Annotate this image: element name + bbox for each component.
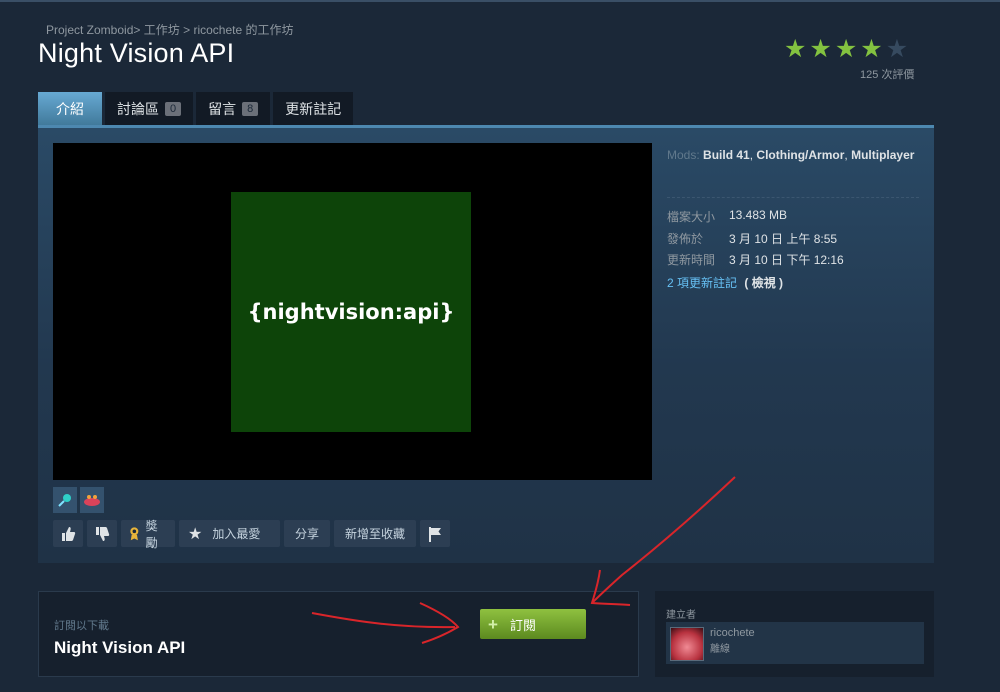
breadcrumb-game[interactable]: Project Zomboid <box>46 23 133 37</box>
tab-bar: 介紹 討論區 0 留言 8 更新註記 <box>38 92 354 125</box>
tag-separator: , <box>844 148 848 162</box>
award-label: 獎勵 <box>145 518 158 550</box>
tab-label: 介紹 <box>56 100 84 117</box>
report-button[interactable] <box>420 520 450 547</box>
subscribe-button-label: 訂閱 <box>509 617 536 633</box>
preview-image[interactable]: {nightvision:api} <box>53 143 652 480</box>
favorite-label: 加入最愛 <box>212 527 261 541</box>
tag-separator: , <box>749 148 754 162</box>
preview-logo-text: {nightvision:api} <box>247 300 455 324</box>
meta-divider <box>667 197 919 198</box>
updated-value: 3 月 10 日 下午 12:16 <box>729 253 844 267</box>
view-link[interactable]: ( 檢視 ) <box>744 276 783 290</box>
creator-label: 建立者 <box>666 610 696 621</box>
posted-row: 發佈於 3 月 10 日 上午 8:55 <box>667 230 837 247</box>
breadcrumb-sep: > <box>133 23 141 37</box>
tab-label: 討論區 <box>117 100 159 117</box>
count-badge: 0 <box>165 101 182 116</box>
star-icon: ★ <box>809 35 832 63</box>
creator-name[interactable]: ricochete <box>710 627 755 639</box>
breadcrumb: Project Zomboid> 工作坊 > ricochete 的工作坊 <box>46 21 293 38</box>
subscribe-button[interactable]: + 訂閱 <box>480 609 586 639</box>
tags-label: Mods: <box>667 148 700 162</box>
posted-value: 3 月 10 日 上午 8:55 <box>729 232 838 246</box>
count-badge: 8 <box>242 101 259 116</box>
tab-label: 留言 <box>208 100 237 117</box>
award-ribbon-icon <box>130 526 139 540</box>
breadcrumb-workshop[interactable]: 工作坊 <box>144 23 180 37</box>
preview-logo: {nightvision:api} <box>231 192 471 432</box>
subscribe-item-title: Night Vision API <box>54 638 186 657</box>
top-strip <box>0 0 1000 2</box>
tab-label: 更新註記 <box>285 100 342 117</box>
action-bar: 獎勵 ★ 加入最愛 分享 新增至收藏 <box>53 519 450 550</box>
tag-link[interactable]: Multiplayer <box>851 148 914 162</box>
creator-status: 離線 <box>710 644 730 655</box>
flag-icon <box>429 526 441 542</box>
share-button[interactable]: 分享 <box>284 520 330 547</box>
add-to-collection-button[interactable]: 新增至收藏 <box>334 520 416 547</box>
award-thumb[interactable] <box>53 487 77 513</box>
tag-link[interactable]: Build 41 <box>703 148 750 162</box>
page-title: Night Vision API <box>38 38 235 68</box>
award-button[interactable]: 獎勵 <box>121 519 175 550</box>
award-thumb[interactable] <box>80 487 104 513</box>
breadcrumb-author-workshop[interactable]: ricochete 的工作坊 <box>193 23 293 37</box>
breadcrumb-sep: > <box>183 23 191 37</box>
file-size-label: 檔案大小 <box>667 210 716 224</box>
star-icon: ★ <box>860 35 883 63</box>
creator-card[interactable] <box>666 622 924 664</box>
tab-discussions[interactable]: 討論區 0 <box>105 92 194 125</box>
change-notes-link[interactable]: 2 項更新註記 <box>667 276 737 290</box>
award-icons <box>53 487 104 513</box>
rating-count: 125 次評價 <box>860 69 915 81</box>
change-notes-link-row: 2 項更新註記 ( 檢視 ) <box>667 274 783 291</box>
subscribe-label: 訂閱以下載 <box>54 620 109 632</box>
star-icon: ★ <box>784 35 807 63</box>
tab-description[interactable]: 介紹 <box>38 92 102 125</box>
updated-label: 更新時間 <box>667 253 716 267</box>
star-icon: ★ <box>834 35 858 63</box>
share-label: 分享 <box>294 527 319 541</box>
file-size-value: 13.483 MB <box>729 208 788 222</box>
thumbs-down-icon <box>96 526 110 541</box>
tab-change-notes[interactable]: 更新註記 <box>273 92 354 125</box>
plus-icon: + <box>488 614 498 634</box>
updated-row: 更新時間 3 月 10 日 下午 12:16 <box>667 251 844 268</box>
add-collection-label: 新增至收藏 <box>344 527 405 541</box>
posted-label: 發佈於 <box>667 232 704 246</box>
star-empty-icon: ★ <box>885 35 909 63</box>
comet-icon <box>58 494 71 507</box>
rating-stars: ★ ★ ★ ★ ★ <box>784 36 908 63</box>
avatar[interactable] <box>670 627 704 661</box>
thumbs-up-icon <box>62 526 76 541</box>
favorite-button[interactable]: ★ 加入最愛 <box>179 520 280 547</box>
star-icon: ★ <box>188 525 203 543</box>
thumbs-up-button[interactable] <box>53 520 83 547</box>
tab-comments[interactable]: 留言 8 <box>196 92 271 125</box>
tag-link[interactable]: Clothing/Armor <box>756 148 844 162</box>
thumbs-down-button[interactable] <box>87 520 117 547</box>
file-size-row: 檔案大小 13.483 MB <box>667 208 787 225</box>
creature-icon <box>84 495 100 506</box>
tag-list: Mods: Build 41, Clothing/Armor, Multipla… <box>667 146 923 165</box>
